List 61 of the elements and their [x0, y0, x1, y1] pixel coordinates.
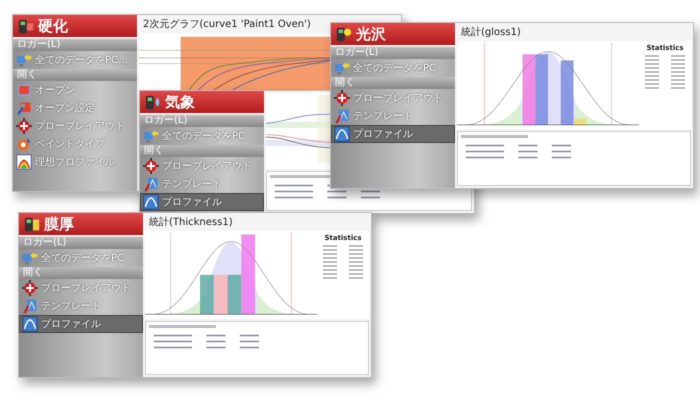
statistics-rows-drawing — [645, 55, 685, 89]
device-icon — [335, 25, 353, 43]
statistics-rows-drawing — [323, 245, 363, 279]
bell-curve-icon — [334, 126, 350, 142]
section-header: ロガー(L) — [13, 39, 137, 51]
crosshair-icon — [22, 280, 38, 296]
profile-chart-icon — [16, 154, 32, 170]
device-icon — [23, 215, 41, 233]
sidebar-item[interactable]: オーブン — [13, 81, 137, 99]
chart-title: 統計(gloss1) — [460, 26, 522, 39]
histogram-bar — [522, 54, 536, 125]
computer-icon — [334, 60, 350, 76]
sidebar-item[interactable]: プローブレイアウト — [19, 279, 143, 297]
device-icon — [17, 17, 35, 35]
sidebar-item[interactable]: 全てのデータをPC — [140, 127, 264, 145]
histogram-bar — [214, 274, 228, 314]
chart-title: 統計(Thickness1) — [148, 216, 234, 229]
sidebar-item[interactable]: プローブレイアウト — [13, 117, 137, 135]
sidebar-item[interactable]: 全てのデータをPC… — [13, 51, 137, 69]
app-title: 膜厚 — [44, 214, 74, 234]
template-icon — [22, 298, 38, 314]
device-icon — [144, 93, 162, 111]
chart-title: 2次元グラフ(curve1 'Paint1 Oven') — [142, 18, 312, 31]
sidebar-item[interactable]: テンプレート — [331, 107, 455, 125]
crosshair-icon — [334, 90, 350, 106]
bell-curve-icon — [22, 316, 38, 332]
template-icon — [143, 176, 159, 192]
sidebar-item[interactable]: 全てのデータをPC — [19, 249, 143, 267]
histogram-bar — [535, 54, 548, 125]
oven-icon — [16, 82, 32, 98]
sidebar-item[interactable]: 全てのデータをPC — [331, 59, 455, 77]
section-header: ロガー(L) — [331, 47, 455, 59]
sidebar-item[interactable]: 理想プロファイル — [13, 153, 137, 171]
crosshair-icon — [143, 158, 159, 174]
sidebar-item[interactable]: プロファイル — [19, 315, 143, 333]
computer-icon — [22, 250, 38, 266]
sidebar-item[interactable]: テンプレート — [140, 175, 264, 193]
section-header: ロガー(L) — [19, 237, 143, 249]
computer-icon — [16, 52, 32, 68]
histogram-bar — [200, 274, 214, 314]
crosshair-icon — [16, 118, 32, 134]
sidebar-item[interactable]: テンプレート — [19, 297, 143, 315]
section-header: 開く — [19, 267, 143, 279]
section-header: 開く — [13, 69, 137, 81]
app-title: 気象 — [165, 92, 195, 112]
section-header: 開く — [331, 77, 455, 89]
sidebar-item[interactable]: プロファイル — [140, 193, 264, 211]
sidebar-item[interactable]: プローブレイアウト — [331, 89, 455, 107]
paint-icon — [16, 136, 32, 152]
sidebar-item[interactable]: ペイントタイプ — [13, 135, 137, 153]
section-header: 開く — [140, 145, 264, 157]
section-header: ロガー(L) — [140, 115, 264, 127]
template-icon — [334, 108, 350, 124]
computer-icon — [143, 128, 159, 144]
app-title: 光沢 — [356, 24, 386, 44]
app-title: 硬化 — [38, 16, 68, 36]
sidebar-item[interactable]: オーブン設定 — [13, 99, 137, 117]
bell-curve-icon — [143, 194, 159, 210]
sidebar-item[interactable]: プロファイル — [331, 125, 455, 143]
wrench-icon — [16, 100, 32, 116]
sidebar-item[interactable]: プローブレイアウト — [140, 157, 264, 175]
